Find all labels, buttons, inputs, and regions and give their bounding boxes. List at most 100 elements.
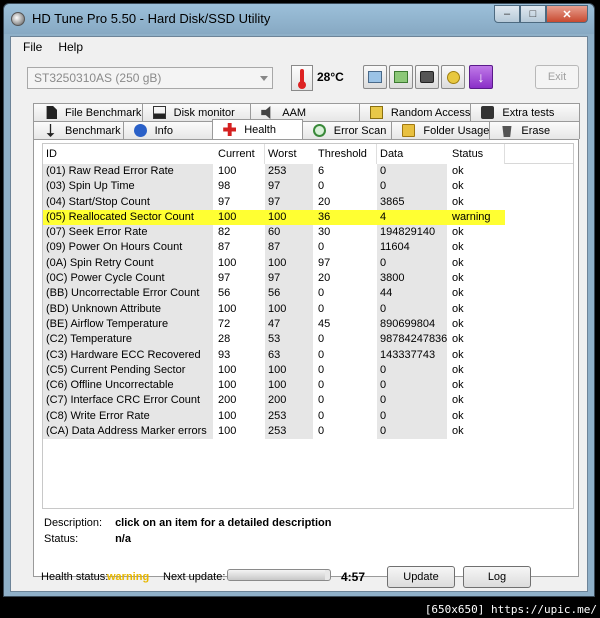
column-header-current[interactable]: Current <box>215 144 265 164</box>
column-header-data[interactable]: Data <box>377 144 449 164</box>
tab-info[interactable]: Info <box>122 121 214 139</box>
table-cell-status: ok <box>452 379 464 392</box>
table-cell-status: ok <box>452 409 464 422</box>
status-bar: Health status: warning Next update: 4:57… <box>33 565 579 591</box>
error-scan-icon <box>312 124 326 137</box>
table-row[interactable]: (C3) Hardware ECC Recovered 93 63 0 14333774… <box>43 347 573 363</box>
tab-error-scan[interactable]: Error Scan <box>301 121 393 139</box>
download-arrow-icon: ↓ <box>477 69 485 85</box>
update-progress-fill <box>228 570 325 580</box>
copy-icon <box>368 71 382 83</box>
column-header-worst[interactable]: Worst <box>265 144 315 164</box>
table-header: ID Current Worst Threshold Data Status <box>43 144 573 164</box>
tab-erase[interactable]: Erase <box>489 121 581 139</box>
table-cell-current: 28 <box>218 333 231 346</box>
status-value: n/a <box>115 533 131 545</box>
tab-row-top: File Benchmark Disk monitor AAM Random A… <box>33 103 580 121</box>
title-bar[interactable]: HD Tune Pro 5.50 - Hard Disk/SSD Utility… <box>4 4 594 34</box>
table-cell-status: ok <box>452 165 464 177</box>
table-cell-worst: 100 <box>265 209 315 226</box>
table-row[interactable]: (0A) Spin Retry Count 100 100 97 0 ok <box>43 255 573 272</box>
table-cell-worst: 253 <box>265 408 315 425</box>
speaker-icon <box>261 106 271 119</box>
table-cell-status: ok <box>452 333 464 346</box>
table-row[interactable]: (04) Start/Stop Count 97 97 20 3865 ok <box>43 194 573 210</box>
app-window: HD Tune Pro 5.50 - Hard Disk/SSD Utility… <box>3 3 595 597</box>
update-countdown: 4:57 <box>341 570 366 584</box>
table-cell-current: 100 <box>218 409 237 422</box>
table-cell-worst: 100 <box>265 378 315 394</box>
tab-label: Random Access <box>390 106 471 119</box>
table-cell-worst: 87 <box>265 240 315 256</box>
table-row[interactable]: (03) Spin Up Time 98 97 0 0 ok <box>43 179 573 195</box>
table-cell-status: ok <box>452 425 464 438</box>
tab-file-benchmark[interactable]: File Benchmark <box>33 103 143 121</box>
table-row[interactable]: (C2) Temperature 28 53 0 98784247836 ok <box>43 332 573 348</box>
smart-table[interactable]: ID Current Worst Threshold Data Status (… <box>42 143 574 509</box>
table-row[interactable]: (BB) Uncorrectable Error Count 56 56 0 44 ok <box>43 286 573 302</box>
table-row[interactable]: (BD) Unknown Attribute 100 100 0 0 ok <box>43 301 573 317</box>
table-row[interactable]: (0C) Power Cycle Count 97 97 20 3800 ok <box>43 271 573 287</box>
table-row[interactable]: (C8) Write Error Rate 100 253 0 0 ok <box>43 408 573 425</box>
table-cell-status: ok <box>452 287 464 300</box>
column-header-id[interactable]: ID <box>43 144 215 164</box>
table-cell-current: 100 <box>218 363 237 376</box>
close-button[interactable]: ✕ <box>546 5 588 23</box>
table-cell-data: 3800 <box>377 271 449 287</box>
table-cell-current: 82 <box>218 226 231 239</box>
table-cell-data: 0 <box>377 362 449 379</box>
copy-info-button[interactable] <box>363 65 387 89</box>
table-row[interactable]: (01) Raw Read Error Rate 100 253 6 0 ok <box>43 164 573 180</box>
tab-random-access[interactable]: Random Access <box>358 103 472 121</box>
table-cell-current: 72 <box>218 317 231 330</box>
minimize-button[interactable]: – <box>494 5 520 23</box>
column-header-threshold[interactable]: Threshold <box>315 144 377 164</box>
tab-health[interactable]: Health <box>212 119 303 139</box>
drive-select-value: ST3250310AS (250 gB) <box>34 71 162 85</box>
download-button[interactable]: ↓ <box>469 65 493 89</box>
exit-button[interactable]: Exit <box>535 65 579 89</box>
benchmark-icon <box>46 124 55 137</box>
tab-label: Benchmark <box>65 124 121 137</box>
table-cell-id: (01) Raw Read Error Rate <box>43 164 215 180</box>
folder-icon <box>402 124 416 137</box>
tab-benchmark[interactable]: Benchmark <box>33 121 124 139</box>
table-cell-status: ok <box>452 394 464 407</box>
table-cell-id: (BB) Uncorrectable Error Count <box>43 286 215 302</box>
tab-folder-usage[interactable]: Folder Usage <box>391 121 491 139</box>
column-header-status[interactable]: Status <box>449 144 505 164</box>
menu-file[interactable]: File <box>23 40 42 54</box>
update-button[interactable]: Update <box>387 566 455 588</box>
table-cell-worst: 100 <box>265 255 315 272</box>
tab-label: AAM <box>282 106 307 119</box>
table-body: (01) Raw Read Error Rate 100 253 6 0 ok (03) S… <box>43 164 573 440</box>
table-cell-data: 0 <box>377 408 449 425</box>
table-row[interactable]: (CA) Data Address Marker errors 100 253 0 0 o… <box>43 424 573 440</box>
tab-label: Health <box>244 123 276 136</box>
menu-help[interactable]: Help <box>58 40 83 54</box>
screenshot-button[interactable] <box>415 65 439 89</box>
copy-all-button[interactable] <box>389 65 413 89</box>
options-button[interactable] <box>441 65 465 89</box>
table-cell-threshold: 0 <box>318 379 325 392</box>
table-cell-id: (09) Power On Hours Count <box>43 240 215 256</box>
thermometer-icon <box>291 65 313 91</box>
menu-bar: File Help <box>11 37 587 57</box>
drive-select[interactable]: ST3250310AS (250 gB) <box>27 67 273 89</box>
table-cell-data: 3865 <box>377 194 449 210</box>
table-row[interactable]: (09) Power On Hours Count 87 87 0 11604 ok <box>43 240 573 256</box>
table-cell-current: 100 <box>218 302 237 315</box>
log-button[interactable]: Log <box>463 566 531 588</box>
maximize-button[interactable]: □ <box>520 5 546 23</box>
table-row[interactable]: (BE) Airflow Temperature 72 47 45 890699804 o… <box>43 316 573 333</box>
table-row[interactable]: (07) Seek Error Rate 82 60 30 194829140 ok <box>43 225 573 241</box>
table-cell-status: ok <box>452 180 464 193</box>
table-row[interactable]: (C7) Interface CRC Error Count 200 200 0 0 ok <box>43 393 573 409</box>
table-cell-status: warning <box>449 209 505 226</box>
table-row[interactable]: (05) Reallocated Sector Count 100 100 36 4 wa… <box>43 209 573 226</box>
table-row[interactable]: (C6) Offline Uncorrectable 100 100 0 0 ok <box>43 378 573 394</box>
tab-extra-tests[interactable]: Extra tests <box>470 103 580 121</box>
table-cell-id: (0A) Spin Retry Count <box>43 255 215 272</box>
update-progress-bar <box>227 569 331 581</box>
table-row[interactable]: (C5) Current Pending Sector 100 100 0 0 ok <box>43 362 573 379</box>
